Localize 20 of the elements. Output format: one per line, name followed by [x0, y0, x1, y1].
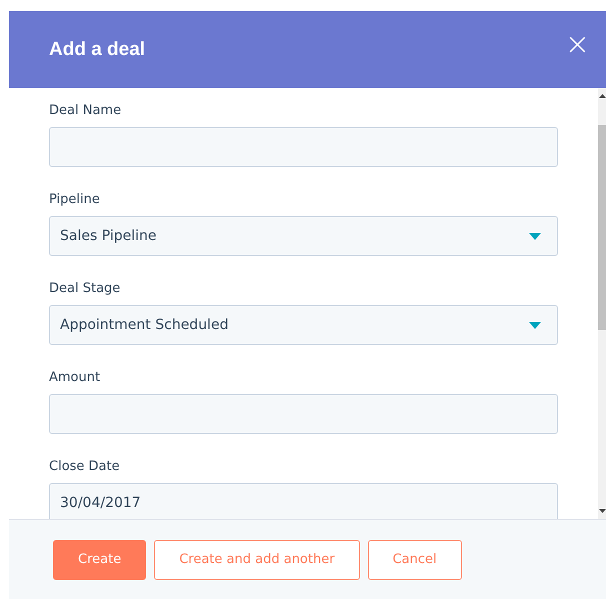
field-label: Amount [49, 369, 102, 386]
scroll-up-icon[interactable] [599, 94, 606, 98]
scrollbar[interactable] [598, 88, 606, 519]
create-button[interactable]: Create [53, 540, 146, 580]
close-button[interactable]: × [560, 30, 594, 60]
secondary-button[interactable]: Cancel [368, 540, 462, 580]
dialog-title: Add a deal [49, 38, 146, 60]
secondary-button[interactable]: Create and add another [154, 540, 360, 580]
field-label: Deal Name [49, 102, 122, 119]
field-label: Pipeline [49, 191, 101, 208]
input-field[interactable] [49, 127, 558, 167]
select-field[interactable]: Appointment Scheduled [49, 305, 558, 345]
field-label: Deal Stage [49, 280, 122, 297]
input-field[interactable]: 30/04/2017 [49, 483, 558, 519]
caret-icon [529, 232, 541, 240]
scroll-down-icon[interactable] [599, 509, 606, 513]
select-field[interactable]: Sales Pipeline [49, 216, 558, 256]
field-label: Close Date [49, 458, 121, 475]
input-field[interactable] [49, 394, 558, 434]
caret-icon [529, 322, 541, 328]
